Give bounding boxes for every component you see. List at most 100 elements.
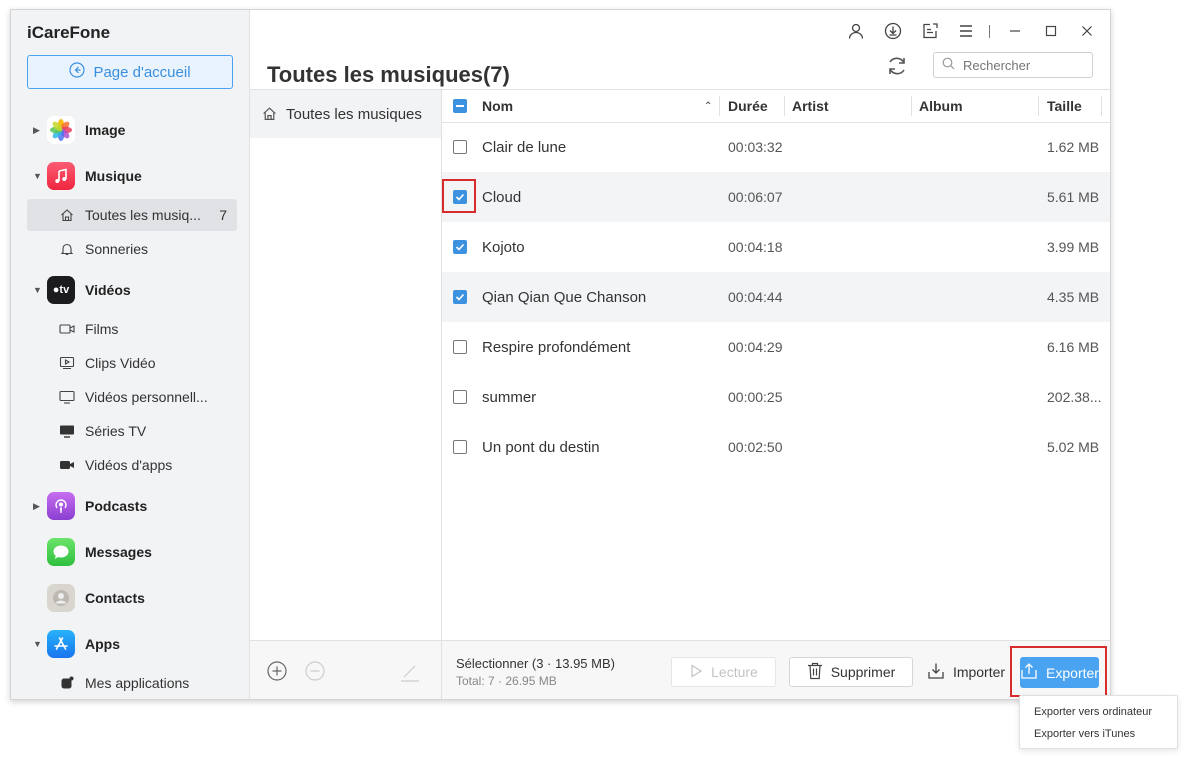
cell-name: Un pont du destin (482, 438, 600, 456)
search-box[interactable] (933, 52, 1093, 78)
column-separator[interactable] (784, 96, 785, 116)
cell-size: 5.02 MB (1047, 439, 1100, 455)
delete-button-label: Supprimer (830, 664, 896, 680)
page-title: Toutes les musiques(7) (267, 62, 510, 87)
sidebar-category-music[interactable]: ▼ Musique (11, 156, 249, 196)
sidebar-item-video-clips[interactable]: Clips Vidéo (27, 347, 237, 379)
menu-icon[interactable] (956, 21, 976, 41)
selection-summary: Sélectionner (3 · 13.95 MB) (456, 656, 615, 671)
cell-name: Clair de lune (482, 138, 567, 156)
sidebar-category-label: Podcasts (85, 498, 148, 514)
minimize-icon[interactable] (1005, 21, 1025, 41)
column-separator[interactable] (911, 96, 912, 116)
sidebar-item-label: Toutes les musiq... (85, 207, 201, 223)
cell-size: 3.99 MB (1047, 239, 1100, 255)
sidebar-category-videos[interactable]: ▼ ●tv Vidéos (11, 270, 249, 310)
column-header-album[interactable]: Album (919, 90, 963, 122)
sort-ascending-icon[interactable]: ⌃ (704, 90, 712, 122)
cell-name: Kojoto (482, 238, 525, 256)
sidebar-category-image[interactable]: ▶ Image (11, 110, 249, 150)
sidebar-item-label: Clips Vidéo (85, 355, 156, 371)
table-row[interactable]: Qian Qian Que Chanson 00:04:44 4.35 MB (442, 272, 1110, 322)
row-checkbox[interactable] (453, 140, 467, 154)
total-summary: Total: 7 · 26.95 MB (456, 674, 557, 688)
row-checkbox[interactable] (453, 290, 467, 304)
sidebar-category-label: Musique (85, 168, 142, 184)
menu-item-export-itunes[interactable]: Exporter vers iTunes (1034, 723, 1135, 745)
cell-duration: 00:03:32 (728, 139, 783, 155)
column-header-duration[interactable]: Durée (728, 90, 768, 122)
expand-down-icon[interactable]: ▼ (33, 285, 42, 295)
table-header: Nom ⌃ Durée Artist Album Taille (442, 90, 1110, 123)
add-icon[interactable] (267, 661, 287, 686)
expand-down-icon[interactable]: ▼ (33, 639, 42, 649)
edit-icon[interactable] (399, 661, 421, 688)
sidebar-category-messages[interactable]: Messages (11, 532, 249, 572)
sidebar-item-my-apps[interactable]: Mes applications (27, 667, 237, 699)
messages-icon (47, 538, 75, 566)
table-row[interactable]: Cloud 00:06:07 5.61 MB (442, 172, 1110, 222)
row-checkbox[interactable] (453, 240, 467, 254)
sidebar-category-label: Contacts (85, 590, 145, 606)
cell-size: 1.62 MB (1047, 139, 1100, 155)
expand-right-icon[interactable]: ▶ (33, 125, 40, 136)
feedback-icon[interactable] (920, 21, 940, 41)
sidebar-category-podcasts[interactable]: ▶ Podcasts (11, 486, 249, 526)
maximize-icon[interactable] (1041, 21, 1061, 41)
sidebar: iCareFone Page d'accueil ▶ Image ▼ Musiq… (11, 10, 250, 699)
music-table: Nom ⌃ Durée Artist Album Taille Clair de… (442, 89, 1110, 641)
sidebar-category-apps[interactable]: ▼ Apps (11, 624, 249, 664)
table-row[interactable]: summer 00:00:25 202.38... (442, 372, 1110, 422)
app-title: iCareFone (27, 23, 111, 42)
sidebar-item-personal-videos[interactable]: Vidéos personnell... (27, 381, 237, 413)
close-icon[interactable] (1077, 21, 1097, 41)
sidebar-item-app-videos[interactable]: Vidéos d'apps (27, 449, 237, 481)
subpanel-item-label: Toutes les musiques (286, 105, 422, 123)
play-button-label: Lecture (711, 664, 758, 680)
download-icon[interactable] (883, 21, 903, 41)
sidebar-item-films[interactable]: Films (27, 313, 237, 345)
menu-item-export-computer[interactable]: Exporter vers ordinateur (1034, 701, 1152, 723)
cell-name: Respire profondément (482, 338, 631, 356)
table-row[interactable]: Kojoto 00:04:18 3.99 MB (442, 222, 1110, 272)
column-separator[interactable] (1038, 96, 1039, 116)
column-separator[interactable] (1101, 96, 1102, 116)
sidebar-item-all-music[interactable]: Toutes les musiq... 7 (27, 199, 237, 231)
row-checkbox[interactable] (453, 340, 467, 354)
item-count: 7 (219, 207, 227, 223)
account-icon[interactable] (846, 21, 866, 41)
column-header-name[interactable]: Nom (482, 90, 513, 122)
import-icon (927, 662, 945, 683)
contacts-icon (47, 584, 75, 612)
photos-icon (47, 116, 75, 144)
music-icon (47, 162, 75, 190)
cell-duration: 00:04:29 (728, 339, 783, 355)
cell-name: summer (482, 388, 537, 406)
expand-right-icon[interactable]: ▶ (33, 501, 40, 512)
table-row[interactable]: Un pont du destin 00:02:50 5.02 MB (442, 422, 1110, 472)
subpanel-item-all-music[interactable]: Toutes les musiques (250, 90, 441, 138)
sidebar-item-ringtones[interactable]: Sonneries (27, 233, 237, 265)
home-button[interactable]: Page d'accueil (27, 55, 233, 89)
column-separator[interactable] (719, 96, 720, 116)
search-icon (942, 57, 955, 73)
import-button[interactable]: Importer (925, 657, 1007, 687)
expand-down-icon[interactable]: ▼ (33, 171, 42, 181)
sidebar-item-tv-series[interactable]: Séries TV (27, 415, 237, 447)
row-checkbox[interactable] (453, 390, 467, 404)
column-header-artist[interactable]: Artist (792, 90, 829, 122)
select-all-checkbox[interactable] (453, 90, 467, 122)
table-row[interactable]: Respire profondément 00:04:29 6.16 MB (442, 322, 1110, 372)
search-input[interactable] (961, 56, 1085, 74)
column-header-size[interactable]: Taille (1047, 90, 1082, 122)
refresh-icon[interactable] (885, 54, 909, 78)
remove-icon[interactable] (305, 661, 325, 686)
subpanel: Toutes les musiques (250, 89, 442, 699)
sidebar-category-label: Image (85, 122, 126, 138)
sidebar-category-contacts[interactable]: Contacts (11, 578, 249, 618)
play-button[interactable]: Lecture (671, 657, 776, 687)
table-row[interactable]: Clair de lune 00:03:32 1.62 MB (442, 122, 1110, 172)
row-checkbox[interactable] (453, 440, 467, 454)
video-camera-icon (59, 321, 75, 337)
delete-button[interactable]: Supprimer (789, 657, 913, 687)
